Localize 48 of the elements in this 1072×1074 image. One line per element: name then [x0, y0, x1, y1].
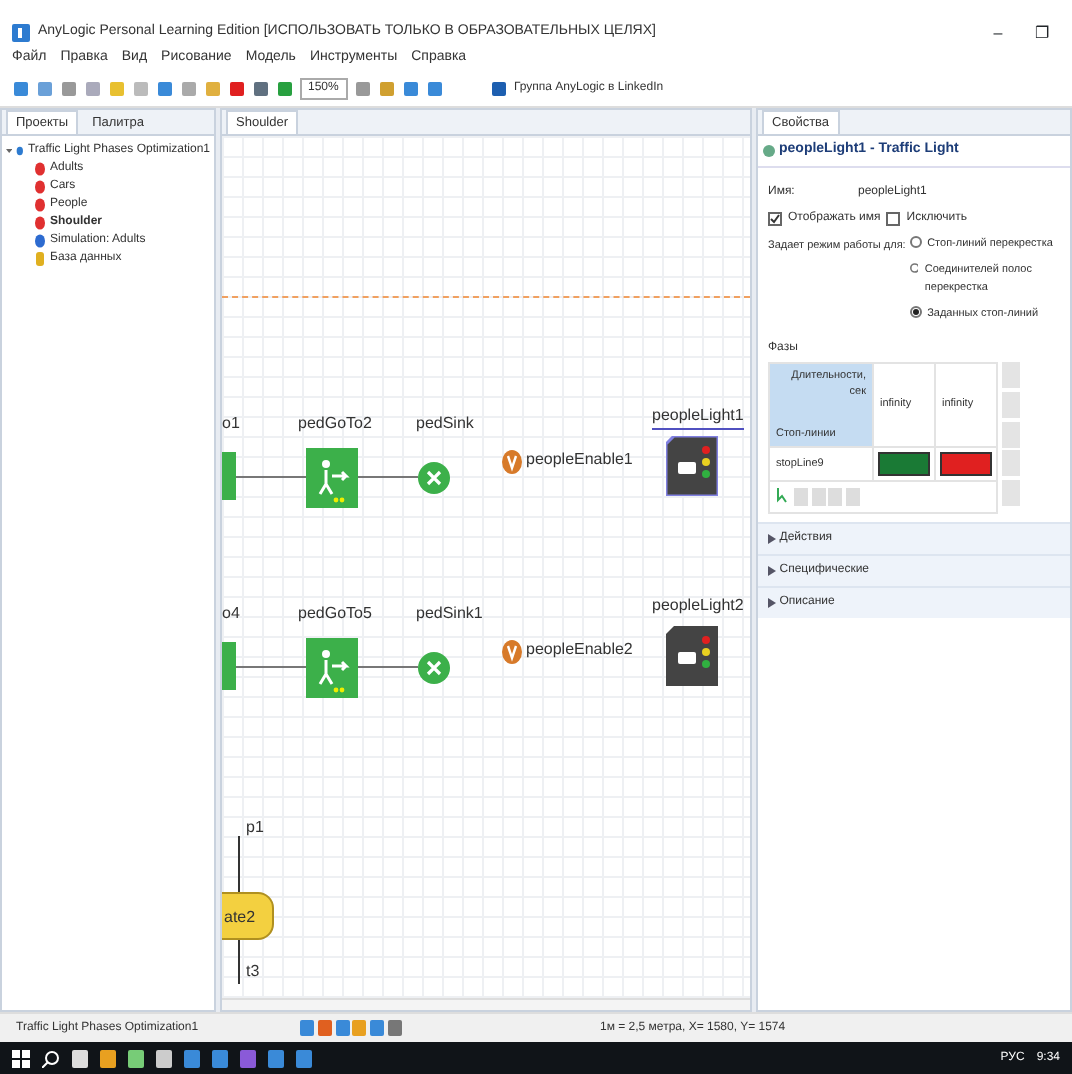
connector-line — [358, 666, 418, 668]
block-label: peopleEnable1 — [526, 448, 633, 472]
connector-line — [236, 666, 306, 668]
sink-block[interactable] — [418, 652, 450, 684]
state-label: p1 — [246, 816, 264, 840]
traffic-light-block[interactable] — [666, 626, 718, 686]
state-label: t3 — [246, 960, 260, 984]
pedestrian-goto-block[interactable] — [306, 448, 358, 508]
expand-arrow-icon[interactable] — [768, 597, 776, 608]
expand-arrow-icon[interactable] — [768, 533, 776, 544]
model-icon — [16, 144, 24, 158]
state-node[interactable]: ate2 — [222, 892, 274, 940]
maximize-button[interactable]: ❐ — [1024, 21, 1060, 45]
block-label: o4 — [222, 602, 240, 626]
block-label: peopleLight2 — [652, 594, 744, 618]
minimize-button[interactable]: – — [980, 21, 1016, 45]
variable-icon[interactable] — [502, 450, 522, 474]
block-label: pedSink — [416, 412, 474, 436]
experiment-icon — [34, 234, 46, 248]
block-label: peopleEnable2 — [526, 638, 633, 662]
horizontal-scrollbar[interactable] — [222, 998, 750, 1010]
variable-icon[interactable] — [502, 640, 522, 664]
block-node[interactable] — [222, 452, 236, 500]
connector-line — [236, 476, 306, 478]
block-label: o1 — [222, 412, 240, 436]
phase-cell[interactable] — [878, 451, 930, 476]
database-icon — [34, 252, 46, 266]
block-node[interactable] — [222, 642, 236, 690]
radio-button[interactable] — [909, 305, 922, 318]
phase-cell[interactable] — [940, 451, 992, 476]
radio-button[interactable] — [909, 262, 919, 275]
search-icon[interactable] — [42, 1049, 60, 1067]
checkbox[interactable] — [886, 212, 901, 226]
sink-block[interactable] — [418, 462, 450, 494]
connector-line — [358, 476, 418, 478]
app-logo-icon — [12, 24, 30, 42]
traffic-light-block[interactable] — [666, 436, 718, 496]
pedestrian-goto-block[interactable] — [306, 638, 358, 698]
checkbox[interactable] — [768, 212, 782, 226]
object-icon — [761, 144, 776, 158]
radio-button[interactable] — [909, 236, 922, 248]
block-label: peopleLight1 — [652, 404, 744, 430]
expand-arrow-icon[interactable] — [768, 565, 776, 576]
start-icon[interactable] — [12, 1049, 30, 1067]
block-label: pedGoTo2 — [298, 412, 372, 436]
add-stopline-icon[interactable] — [776, 488, 790, 505]
block-label: pedGoTo5 — [298, 602, 372, 626]
block-label: pedSink1 — [416, 602, 483, 626]
